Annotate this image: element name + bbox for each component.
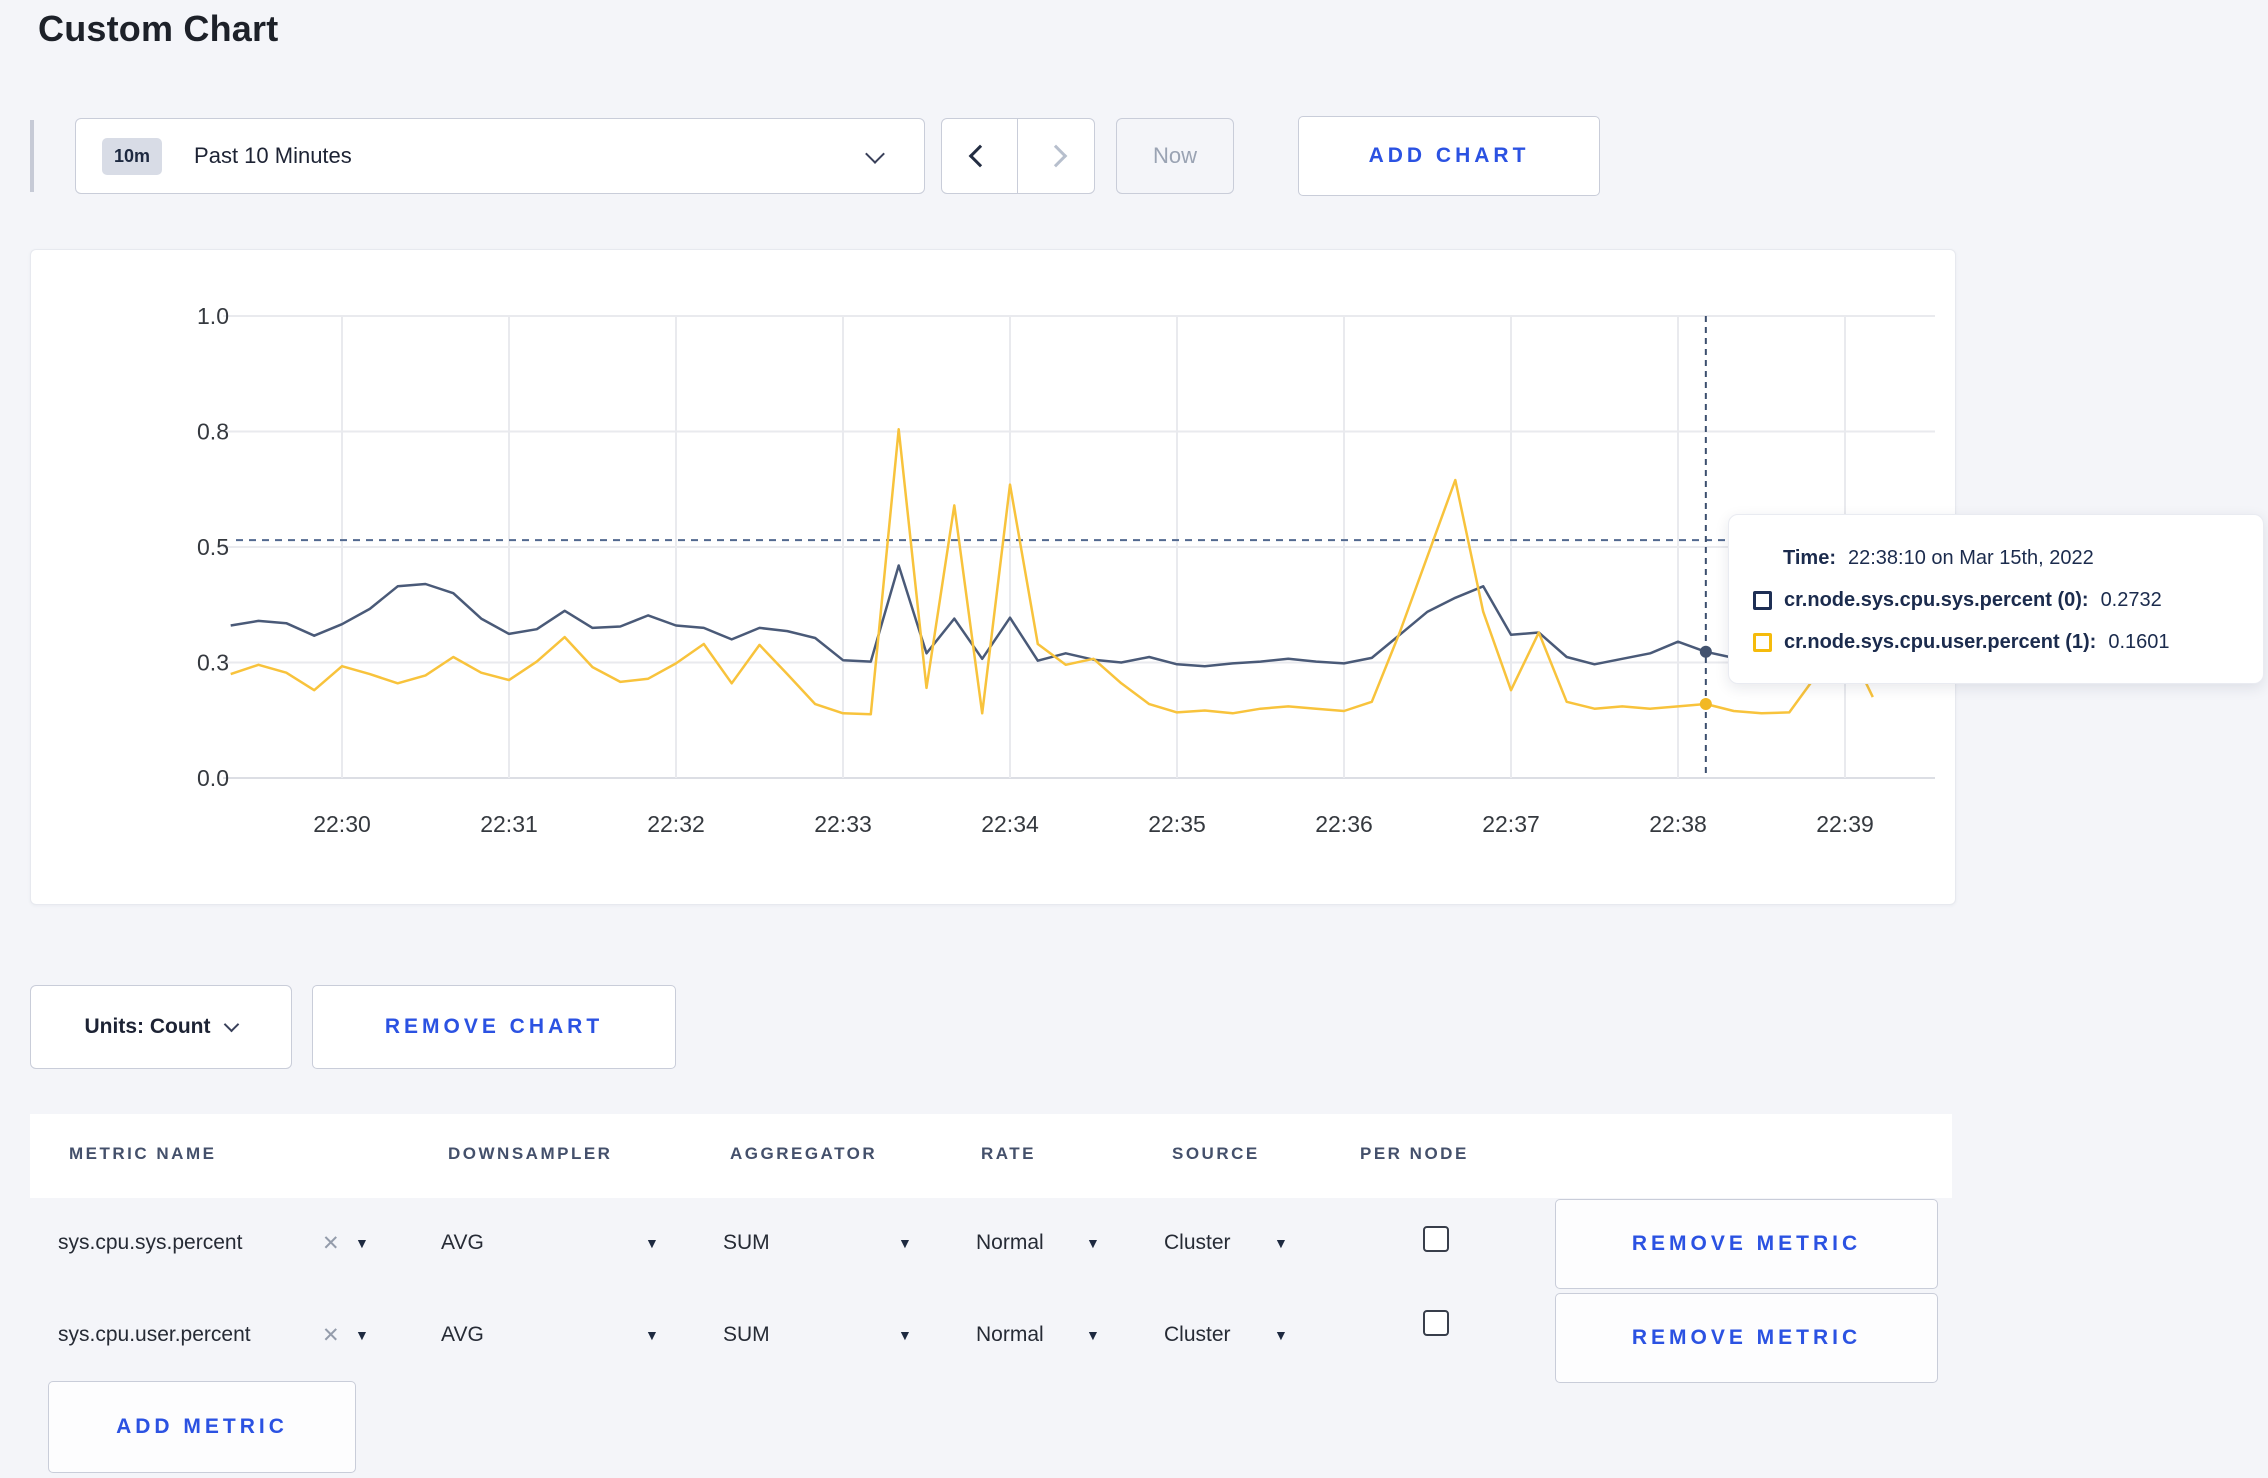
next-interval-button[interactable] xyxy=(1018,119,1094,193)
col-header-source: SOURCE xyxy=(1172,1144,1260,1163)
source-caret-icon[interactable]: ▼ xyxy=(1274,1327,1288,1343)
chevron-right-icon xyxy=(1044,144,1068,168)
aggregator-select[interactable]: SUM xyxy=(723,1231,770,1255)
timeseries-chart[interactable]: 0.0 0.3 0.5 0.8 1.0 22:30 22:31 22:32 22:33 22:34… xyxy=(31,250,1957,906)
downsampler-caret-icon[interactable]: ▼ xyxy=(645,1235,659,1251)
metric-name-value[interactable]: sys.cpu.user.percent xyxy=(58,1323,251,1347)
time-nav-group xyxy=(941,118,1095,194)
y-axis-tick-label: 0.3 xyxy=(197,650,229,676)
series-line-1 xyxy=(230,427,1874,716)
x-axis-tick-label: 22:36 xyxy=(1315,811,1373,837)
aggregator-caret-icon[interactable]: ▼ xyxy=(898,1327,912,1343)
x-axis-tick-label: 22:35 xyxy=(1148,811,1206,837)
add-metric-button[interactable]: ADD METRIC xyxy=(48,1381,356,1473)
tooltip-time-value: 22:38:10 on Mar 15th, 2022 xyxy=(1847,546,2094,569)
x-axis-tick-label: 22:34 xyxy=(981,811,1039,837)
source-select[interactable]: Cluster xyxy=(1164,1323,1231,1347)
per-node-checkbox[interactable] xyxy=(1423,1310,1449,1336)
metric-dropdown-caret-icon[interactable]: ▼ xyxy=(355,1235,369,1251)
remove-chart-button[interactable]: REMOVE CHART xyxy=(312,985,676,1069)
metric-name-value[interactable]: sys.cpu.sys.percent xyxy=(58,1231,242,1255)
downsampler-select[interactable]: AVG xyxy=(441,1323,484,1347)
col-header-downsampler: DOWNSAMPLER xyxy=(448,1144,613,1163)
units-label: Units: Count xyxy=(84,1015,211,1038)
y-axis-tick-label: 0.5 xyxy=(197,534,229,560)
y-axis-tick-label: 0.8 xyxy=(197,419,229,445)
col-header-metric-name: METRIC NAME xyxy=(69,1144,217,1163)
x-axis-tick-label: 22:31 xyxy=(480,811,538,837)
time-range-badge: 10m xyxy=(102,137,163,175)
time-range-select[interactable]: 10m Past 10 Minutes xyxy=(75,118,925,194)
units-select[interactable]: Units: Count xyxy=(30,985,292,1069)
aggregator-caret-icon[interactable]: ▼ xyxy=(898,1235,912,1251)
hover-point-0 xyxy=(1699,645,1712,658)
rate-caret-icon[interactable]: ▼ xyxy=(1086,1327,1100,1343)
series-sys-legend-icon xyxy=(1753,590,1772,610)
time-range-label: Past 10 Minutes xyxy=(194,143,352,168)
chevron-down-icon xyxy=(224,1016,240,1032)
x-axis-tick-label: 22:30 xyxy=(313,811,371,837)
x-axis-tick-label: 22:39 xyxy=(1816,811,1874,837)
col-header-aggregator: AGGREGATOR xyxy=(730,1144,878,1163)
source-select[interactable]: Cluster xyxy=(1164,1231,1231,1255)
tooltip-series-label: cr.node.sys.cpu.sys.percent (0): xyxy=(1784,588,2089,611)
remove-metric-button[interactable]: REMOVE METRIC xyxy=(1555,1293,1938,1383)
clear-metric-icon[interactable]: ✕ xyxy=(322,1323,340,1348)
rate-caret-icon[interactable]: ▼ xyxy=(1086,1235,1100,1251)
col-header-per-node: PER NODE xyxy=(1360,1144,1469,1163)
toolbar-divider xyxy=(30,120,34,192)
aggregator-select[interactable]: SUM xyxy=(723,1323,770,1347)
source-caret-icon[interactable]: ▼ xyxy=(1274,1235,1288,1251)
chevron-down-icon xyxy=(865,144,885,164)
x-axis-tick-label: 22:32 xyxy=(647,811,705,837)
metric-dropdown-caret-icon[interactable]: ▼ xyxy=(355,1327,369,1343)
downsampler-select[interactable]: AVG xyxy=(441,1231,484,1255)
x-axis-tick-label: 22:38 xyxy=(1649,811,1707,837)
chart-tooltip: Time: 22:38:10 on Mar 15th, 2022 cr.node… xyxy=(1728,514,2264,684)
now-button[interactable]: Now xyxy=(1116,118,1234,194)
now-label: Now xyxy=(1152,143,1197,168)
page-title: Custom Chart xyxy=(38,8,279,49)
tooltip-series-label: cr.node.sys.cpu.user.percent (1): xyxy=(1784,630,2097,653)
add-chart-button[interactable]: ADD CHART xyxy=(1298,116,1600,196)
tooltip-time-label: Time: xyxy=(1783,546,1836,569)
rate-select[interactable]: Normal xyxy=(976,1231,1044,1255)
per-node-checkbox[interactable] xyxy=(1423,1226,1449,1252)
series-user-legend-icon xyxy=(1753,632,1772,652)
col-header-rate: RATE xyxy=(981,1144,1037,1163)
metrics-table-header: METRIC NAME DOWNSAMPLER AGGREGATOR RATE … xyxy=(30,1114,1952,1198)
tooltip-series-value: 0.1601 xyxy=(2108,630,2170,653)
hover-point-1 xyxy=(1699,698,1712,711)
tooltip-series-value: 0.2732 xyxy=(2100,588,2162,611)
series-line-0 xyxy=(230,564,1874,668)
chevron-left-icon xyxy=(968,144,991,168)
x-axis-tick-label: 22:33 xyxy=(814,811,872,837)
chart-panel: 0.0 0.3 0.5 0.8 1.0 22:30 22:31 22:32 22:33 22:34… xyxy=(30,249,1956,905)
y-axis-tick-label: 0.0 xyxy=(197,765,229,791)
clear-metric-icon[interactable]: ✕ xyxy=(322,1231,340,1256)
x-axis-tick-label: 22:37 xyxy=(1482,811,1540,837)
remove-metric-button[interactable]: REMOVE METRIC xyxy=(1555,1199,1938,1289)
rate-select[interactable]: Normal xyxy=(976,1323,1044,1347)
y-axis-tick-label: 1.0 xyxy=(197,303,229,329)
prev-interval-button[interactable] xyxy=(942,119,1018,193)
downsampler-caret-icon[interactable]: ▼ xyxy=(645,1327,659,1343)
